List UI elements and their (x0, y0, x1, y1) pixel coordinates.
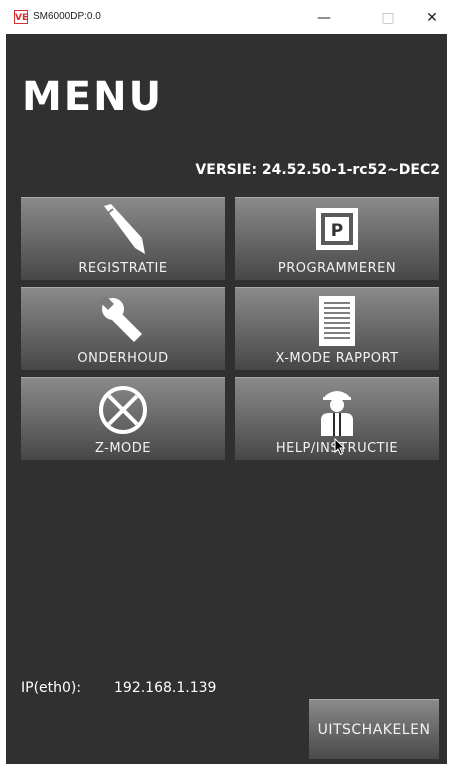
app-icon: VE (14, 10, 28, 24)
pen-icon (98, 204, 148, 262)
programmeren-button[interactable]: P PROGRAMMEREN (235, 197, 439, 280)
version-text: VERSIE: 24.52.50-1-rc52~DEC2 (195, 162, 440, 178)
mouse-cursor-icon (334, 437, 346, 460)
programmeren-label: PROGRAMMEREN (277, 261, 397, 276)
registratie-label: REGISTRATIE (78, 261, 168, 276)
maximize-button[interactable]: □ (370, 6, 406, 30)
close-button[interactable]: ✕ (414, 6, 450, 30)
wrench-icon (98, 294, 148, 350)
onderhoud-button[interactable]: ONDERHOUD (21, 287, 225, 370)
registratie-button[interactable]: REGISTRATIE (21, 197, 225, 280)
person-icon (315, 384, 359, 442)
p-key-icon: P (312, 204, 362, 260)
ip-label: IP(eth0): (21, 680, 82, 696)
ip-address-value: 192.168.1.139 (114, 680, 217, 696)
z-mode-label: Z-MODE (94, 441, 152, 456)
shutdown-button[interactable]: UITSCHAKELEN (309, 699, 439, 759)
x-mode-rapport-label: X-MODE RAPPORT (275, 351, 399, 366)
window-title: SM6000DP:0.0 (33, 11, 101, 22)
circle-x-icon (97, 384, 149, 440)
x-mode-rapport-button[interactable]: X-MODE RAPPORT (235, 287, 439, 370)
z-mode-button[interactable]: Z-MODE (21, 377, 225, 460)
report-icon (317, 294, 357, 352)
menu-screen: MENU VERSIE: 24.52.50-1-rc52~DEC2 REGIST… (6, 34, 447, 764)
p-key-letter: P (331, 221, 343, 241)
page-title: MENU (22, 74, 164, 120)
onderhoud-label: ONDERHOUD (77, 351, 169, 366)
minimize-button[interactable]: — (306, 6, 342, 30)
window-titlebar: VE SM6000DP:0.0 — □ ✕ (0, 0, 450, 34)
